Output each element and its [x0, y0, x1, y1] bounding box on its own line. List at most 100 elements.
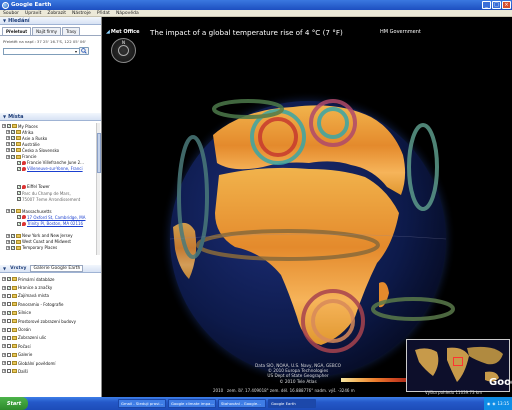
- expand-toggle-icon[interactable]: +: [6, 245, 10, 250]
- layer-row[interactable]: + Zobrazení ulic: [2, 334, 100, 342]
- menu-view[interactable]: Zobrazit: [47, 11, 66, 16]
- checkbox[interactable]: [7, 335, 11, 340]
- layer-row[interactable]: + Další: [2, 367, 100, 375]
- layer-row[interactable]: + ✓ Primární databáze: [2, 275, 100, 283]
- places-section-header[interactable]: ▼ Místa: [0, 113, 101, 121]
- minimize-icon[interactable]: _: [482, 1, 491, 9]
- collapse-arrow-icon[interactable]: ▼: [3, 114, 6, 119]
- checkbox[interactable]: [7, 369, 11, 374]
- checkbox[interactable]: ✓: [17, 191, 21, 196]
- checkbox[interactable]: ✓: [7, 310, 11, 315]
- search-section-header[interactable]: ▼ Hledání: [0, 17, 101, 25]
- checkbox[interactable]: [7, 352, 11, 357]
- layer-row[interactable]: + Galerie: [2, 351, 100, 359]
- expand-toggle-icon[interactable]: +: [6, 130, 10, 135]
- menu-edit[interactable]: Upravit: [25, 11, 41, 16]
- layer-row[interactable]: + ✓ Silnice: [2, 309, 100, 317]
- checkbox[interactable]: ✓: [11, 142, 15, 147]
- expand-toggle-icon[interactable]: +: [6, 239, 10, 244]
- checkbox[interactable]: ✓: [17, 197, 21, 202]
- collapse-arrow-icon[interactable]: ▼: [3, 266, 6, 271]
- dropdown-arrow-icon[interactable]: ▾: [75, 49, 77, 54]
- layer-row[interactable]: + Oceán: [2, 325, 100, 333]
- viewport-indicator[interactable]: [453, 357, 463, 366]
- menu-help[interactable]: Nápověda: [116, 11, 139, 16]
- checkbox[interactable]: [7, 361, 11, 366]
- expand-toggle-icon[interactable]: +: [6, 142, 10, 147]
- checkbox[interactable]: ✓: [17, 215, 21, 220]
- taskbar-item[interactable]: Google Earth: [268, 399, 316, 408]
- expand-toggle-icon[interactable]: +: [2, 310, 6, 315]
- expand-toggle-icon[interactable]: +: [2, 285, 6, 290]
- expand-toggle-icon[interactable]: +: [2, 361, 6, 366]
- checkbox[interactable]: [7, 293, 11, 298]
- taskbar-item[interactable]: Gmail - Sleduji pravi...: [118, 399, 166, 408]
- expand-toggle-icon[interactable]: +: [6, 154, 10, 159]
- checkbox[interactable]: ✓: [11, 239, 15, 244]
- search-input[interactable]: [3, 47, 81, 55]
- compass-ring-icon[interactable]: [118, 45, 129, 56]
- earth-view[interactable]: Met Office The impact of a global temper…: [103, 17, 512, 397]
- places-scrollbar[interactable]: [96, 123, 101, 255]
- layer-row[interactable]: + Zajímavá místa: [2, 292, 100, 300]
- checkbox[interactable]: ✓: [17, 221, 21, 226]
- checkbox[interactable]: ✓: [7, 277, 11, 282]
- expand-toggle-icon[interactable]: +: [6, 233, 10, 238]
- taskbar-item[interactable]: Stahování - Google...: [218, 399, 266, 408]
- checkbox[interactable]: ✓: [7, 124, 11, 129]
- checkbox[interactable]: [7, 319, 11, 324]
- checkbox[interactable]: [7, 327, 11, 332]
- expand-toggle-icon[interactable]: +: [2, 327, 6, 332]
- expand-toggle-icon[interactable]: +: [6, 148, 10, 153]
- expand-toggle-icon[interactable]: +: [6, 209, 10, 214]
- menu-add[interactable]: Přidat: [97, 11, 110, 16]
- expand-toggle-icon[interactable]: +: [6, 136, 10, 141]
- tree-row[interactable]: + ✓ Temporary Places: [2, 245, 100, 251]
- tab-layers[interactable]: Vrstvy: [10, 266, 26, 271]
- tab-earth-gallery[interactable]: Galerie Google Earth: [30, 265, 84, 272]
- checkbox[interactable]: ✓: [7, 285, 11, 290]
- expand-toggle-icon[interactable]: +: [2, 369, 6, 374]
- checkbox[interactable]: ✓: [17, 184, 21, 189]
- tray-icon[interactable]: ◈: [492, 401, 495, 406]
- layer-row[interactable]: + Prostorové zobrazení budovy: [2, 317, 100, 325]
- checkbox[interactable]: ✓: [17, 160, 21, 165]
- expand-toggle-icon[interactable]: +: [2, 344, 6, 349]
- scrollbar-thumb[interactable]: [97, 133, 101, 173]
- tab-directions[interactable]: Trasy: [62, 27, 81, 35]
- checkbox[interactable]: ✓: [11, 154, 15, 159]
- expand-toggle-icon[interactable]: +: [2, 319, 6, 324]
- checkbox[interactable]: ✓: [11, 209, 15, 214]
- layer-row[interactable]: + Panoramio - Fotografie: [2, 300, 100, 308]
- tray-icon[interactable]: ◉: [487, 401, 491, 406]
- collapse-arrow-icon[interactable]: ▼: [3, 18, 6, 23]
- maximize-icon[interactable]: □: [492, 1, 501, 9]
- checkbox[interactable]: ✓: [11, 245, 15, 250]
- checkbox[interactable]: [7, 344, 11, 349]
- start-button[interactable]: Start: [0, 397, 28, 410]
- close-icon[interactable]: ×: [502, 1, 511, 9]
- checkbox[interactable]: ✓: [17, 166, 21, 171]
- layer-row[interactable]: + Počasí: [2, 342, 100, 350]
- checkbox[interactable]: ✓: [11, 148, 15, 153]
- layer-row[interactable]: + ✓ Hranice a značky: [2, 283, 100, 291]
- tab-find-businesses[interactable]: Najít firmy: [32, 27, 61, 35]
- clock[interactable]: 13:15: [497, 401, 509, 406]
- expand-toggle-icon[interactable]: +: [2, 352, 6, 357]
- checkbox[interactable]: ✓: [11, 136, 15, 141]
- taskbar-item[interactable]: Google climate impa...: [168, 399, 216, 408]
- expand-toggle-icon[interactable]: +: [2, 302, 6, 307]
- search-button[interactable]: [79, 47, 90, 55]
- navigation-control[interactable]: N: [111, 38, 136, 63]
- expand-toggle-icon[interactable]: +: [2, 335, 6, 340]
- expand-toggle-icon[interactable]: +: [2, 293, 6, 298]
- checkbox[interactable]: ✓: [11, 130, 15, 135]
- layer-row[interactable]: + Globální povědomí: [2, 359, 100, 367]
- checkbox[interactable]: [7, 302, 11, 307]
- expand-toggle-icon[interactable]: +: [2, 124, 6, 129]
- expand-toggle-icon[interactable]: +: [2, 277, 6, 282]
- menu-tools[interactable]: Nástroje: [72, 11, 91, 16]
- checkbox[interactable]: ✓: [11, 233, 15, 238]
- menu-file[interactable]: Soubor: [3, 11, 19, 16]
- tab-fly-to[interactable]: Přeletout: [2, 27, 32, 35]
